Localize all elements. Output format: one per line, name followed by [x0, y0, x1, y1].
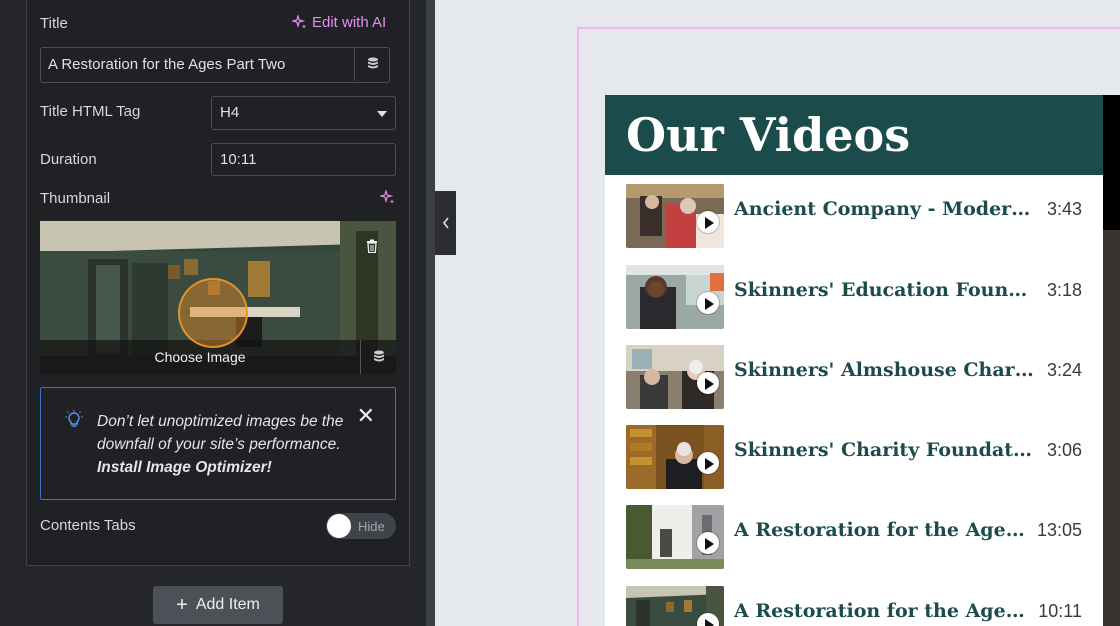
- video-duration: 3:18: [1046, 280, 1082, 300]
- dynamic-tags-button[interactable]: [354, 47, 390, 81]
- video-item[interactable]: A Restoration for the Ages Part One 13:0…: [605, 505, 1103, 569]
- video-duration: 10:11: [1038, 601, 1082, 621]
- add-item-label: Add Item: [195, 596, 260, 613]
- sparkle-icon[interactable]: [380, 190, 396, 206]
- duration-input-value: 10:11: [220, 151, 257, 168]
- video-thumbnail[interactable]: [626, 345, 724, 409]
- video-thumbnail[interactable]: [626, 586, 724, 626]
- video-thumbnail[interactable]: [626, 505, 724, 569]
- duration-input[interactable]: 10:11: [211, 143, 396, 176]
- add-item-button[interactable]: + Add Item: [153, 586, 283, 624]
- video-duration: 3:06: [1046, 440, 1082, 460]
- close-icon[interactable]: ✕: [357, 405, 375, 427]
- video-thumbnail[interactable]: [626, 265, 724, 329]
- play-icon: [697, 211, 719, 233]
- delete-image-button[interactable]: [366, 239, 378, 258]
- notice-text: Don’t let unoptimized images be the down…: [97, 410, 367, 479]
- trash-icon: [367, 239, 377, 254]
- panel-resize-divider[interactable]: [426, 0, 435, 626]
- title-tag-value: H4: [220, 104, 240, 121]
- video-title: Skinners' Almshouse Charity: [734, 359, 1034, 381]
- play-icon: [697, 452, 719, 474]
- lightbulb-icon: [65, 410, 83, 427]
- video-thumbnail[interactable]: [626, 184, 724, 248]
- video-title: Ancient Company - Modern Mission: [734, 198, 1034, 220]
- video-thumbnail[interactable]: [626, 425, 724, 489]
- title-input-value: A Restoration for the Ages Part Two: [48, 56, 286, 73]
- title-input[interactable]: A Restoration for the Ages Part Two: [40, 47, 390, 83]
- plus-icon: +: [176, 594, 188, 616]
- choose-image-button[interactable]: Choose Image: [40, 349, 360, 365]
- install-optimizer-link[interactable]: Install Image Optimizer!: [97, 459, 272, 476]
- image-optimizer-notice: Don’t let unoptimized images be the down…: [40, 387, 396, 500]
- mouse-cursor-highlight: [178, 278, 248, 348]
- duration-label: Duration: [40, 151, 97, 168]
- play-icon: [697, 532, 719, 554]
- video-playlist-widget[interactable]: Our Videos Ancient Company - Modern Miss…: [605, 95, 1103, 626]
- chevron-down-icon: [377, 111, 387, 117]
- database-icon: [367, 57, 378, 69]
- video-item[interactable]: Skinners' Education Foundation 3:18: [605, 265, 1103, 329]
- image-dynamic-tags-button[interactable]: [360, 340, 396, 374]
- toggle-label: Hide: [358, 519, 385, 534]
- adjacent-column-edge: [1103, 95, 1120, 626]
- contents-tabs-toggle[interactable]: Hide: [326, 513, 396, 539]
- play-icon: [697, 372, 719, 394]
- notice-message: Don’t let unoptimized images be the down…: [97, 413, 344, 453]
- play-icon: [697, 292, 719, 314]
- video-item[interactable]: Ancient Company - Modern Mission 3:43: [605, 184, 1103, 248]
- video-title: Skinners' Charity Foundation: [734, 439, 1034, 461]
- edit-with-ai-link[interactable]: Edit with AI: [292, 14, 386, 31]
- editor-panel: Title Edit with AI A Restoration for the…: [0, 0, 426, 626]
- preview-canvas: Our Videos Ancient Company - Modern Miss…: [435, 0, 1120, 626]
- video-item[interactable]: A Restoration for the Ages Part Two 10:1…: [605, 586, 1103, 626]
- video-title: A Restoration for the Ages Part Two: [734, 600, 1034, 622]
- video-title: Skinners' Education Foundation: [734, 279, 1034, 301]
- video-duration: 3:43: [1046, 199, 1082, 219]
- title-label: Title: [40, 15, 68, 32]
- video-duration: 3:24: [1046, 360, 1082, 380]
- collapse-panel-button[interactable]: [435, 191, 456, 255]
- video-title: A Restoration for the Ages Part One: [734, 519, 1034, 541]
- playlist-heading: Our Videos: [605, 95, 1103, 175]
- contents-tabs-label: Contents Tabs: [40, 517, 136, 534]
- chevron-left-icon: [442, 217, 449, 229]
- sparkle-icon: [292, 14, 307, 29]
- database-icon: [373, 350, 384, 362]
- video-duration: 13:05: [1036, 520, 1082, 540]
- title-tag-label: Title HTML Tag: [40, 103, 141, 120]
- title-tag-select[interactable]: H4: [211, 96, 396, 130]
- thumbnail-label: Thumbnail: [40, 190, 111, 207]
- edit-with-ai-label: Edit with AI: [312, 14, 387, 31]
- toggle-knob: [327, 514, 351, 538]
- video-item[interactable]: Skinners' Almshouse Charity 3:24: [605, 345, 1103, 409]
- video-item[interactable]: Skinners' Charity Foundation 3:06: [605, 425, 1103, 489]
